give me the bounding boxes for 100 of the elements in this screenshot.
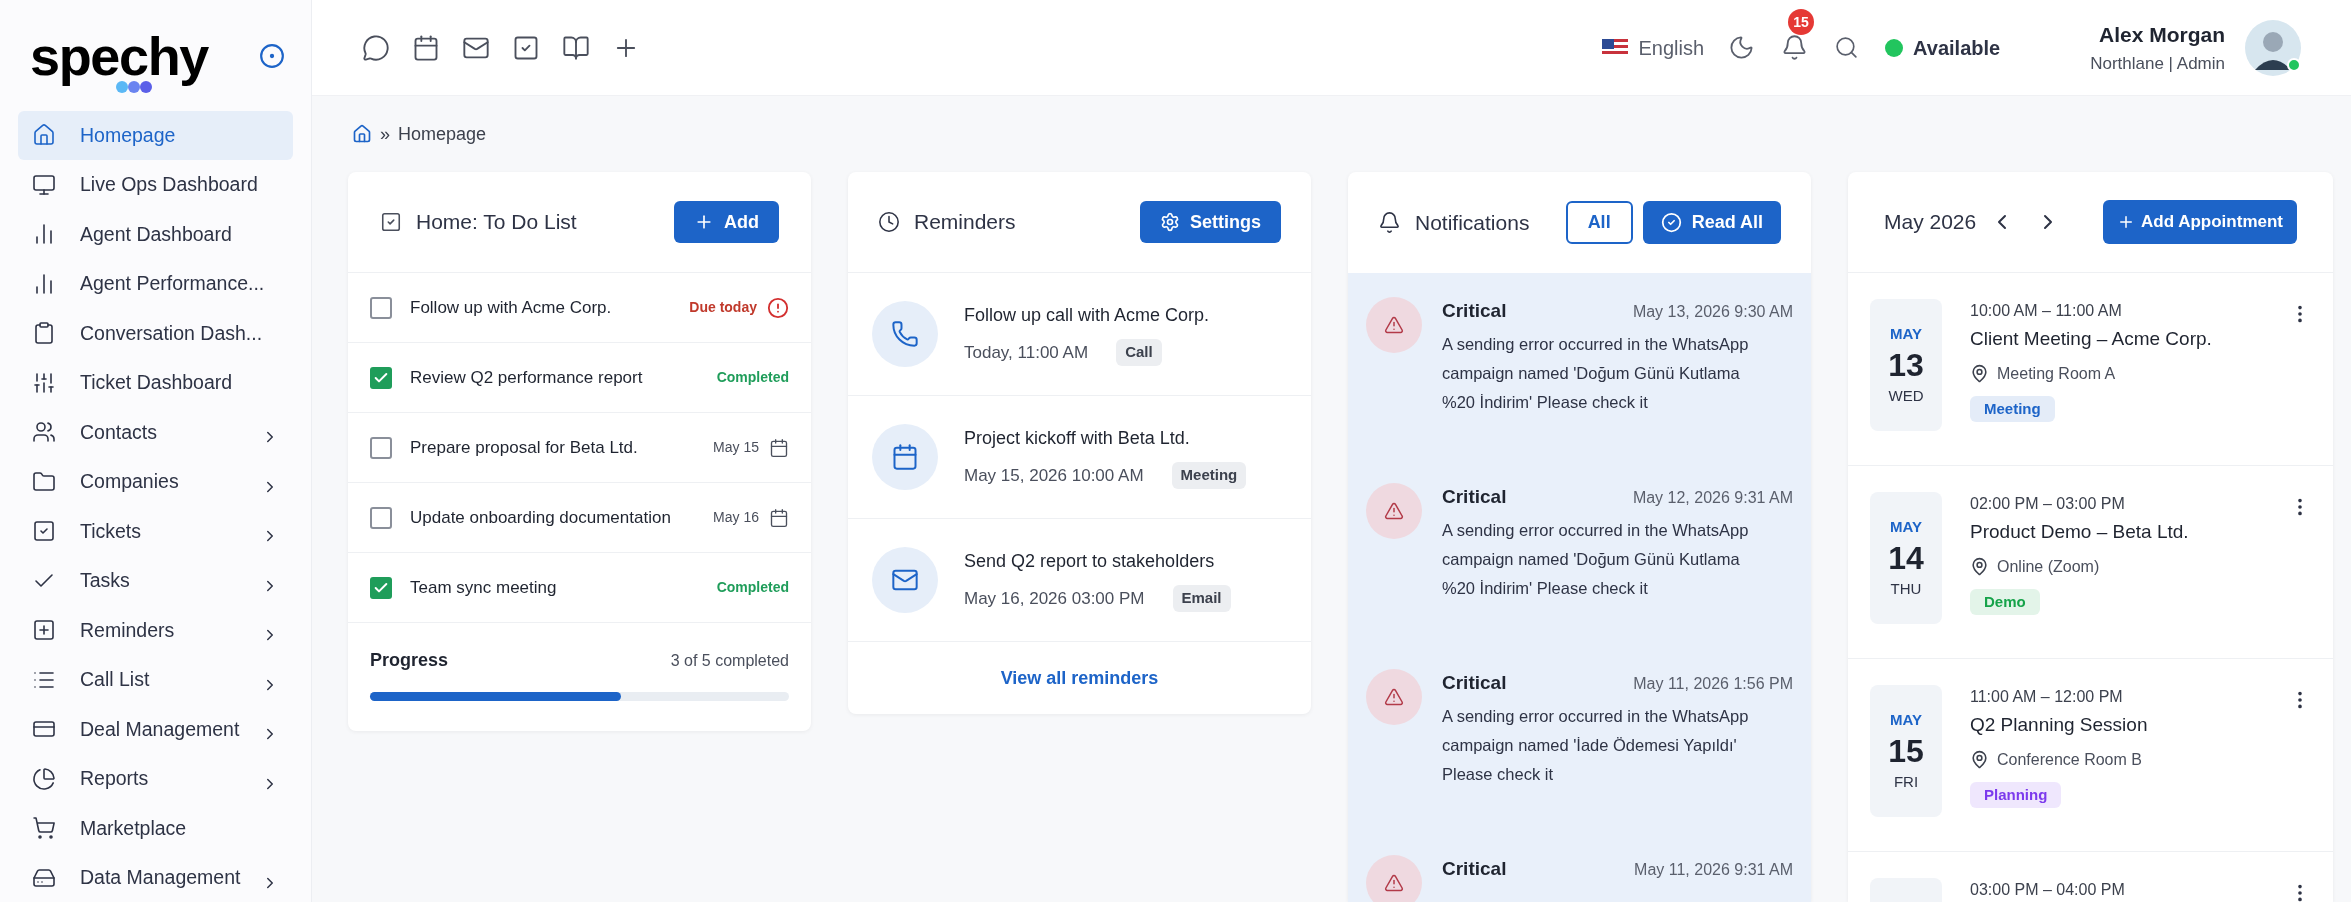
date-weekday: FRI: [1893, 772, 1919, 792]
sidebar-label: Agent Dashboard: [80, 221, 232, 247]
reminder-time: Today, 11:00 AM: [964, 341, 1089, 364]
date-month: MAY: [1890, 516, 1922, 537]
task-checkbox[interactable]: [370, 576, 392, 599]
sidebar-item[interactable]: Reports: [18, 754, 293, 803]
target-icon[interactable]: [259, 42, 285, 69]
home-icon: [32, 123, 56, 148]
sidebar-item[interactable]: Ticket Dashboard: [18, 358, 293, 407]
card-title: Reminders: [914, 209, 1016, 236]
completed-label: Completed: [716, 578, 789, 597]
cart-icon: [32, 816, 56, 841]
sidebar-item[interactable]: Data Management: [18, 853, 293, 902]
sidebar-item[interactable]: Reminders: [18, 606, 293, 655]
breadcrumb-separator: »: [380, 122, 390, 146]
filter-button[interactable]: All: [1565, 201, 1633, 244]
read-all-button[interactable]: Read All: [1642, 201, 1781, 244]
chat-icon[interactable]: [362, 33, 390, 62]
progress-label: Progress: [370, 649, 449, 672]
status-label[interactable]: Available: [1913, 32, 2001, 63]
appointment-time: 03:00 PM – 04:00 PM: [1970, 880, 2125, 900]
sidebar-label: Contacts: [80, 419, 157, 445]
sidebar-item[interactable]: Call List: [18, 655, 293, 704]
calendar-icon[interactable]: [412, 33, 440, 62]
plus-square-icon: [32, 618, 56, 643]
user-org: Northlane | Admin: [2090, 52, 2225, 75]
reminder-title: Follow up call with Acme Corp.: [964, 304, 1210, 328]
sidebar-label: Reports: [80, 766, 149, 792]
sidebar-item[interactable]: Deal Management: [18, 705, 293, 754]
notification-message: A sending error occurred in the WhatsApp campaign named 'Doğum Günü Kutlama %20 İndirim' Please check it: [1442, 333, 1750, 413]
location-pin-icon: [1970, 750, 1989, 769]
progress-reading: 3 of 5 completed: [670, 650, 789, 671]
reminder-title: Project kickoff with Beta Ltd.: [964, 427, 1191, 451]
view-all-link[interactable]: View all reminders: [1000, 664, 1159, 692]
task-label: Update onboarding documentation: [410, 506, 671, 529]
notification-message: A sending error occurred in the WhatsApp campaign named 'İade Ödemesi Yapıldı' Please check it: [1442, 705, 1750, 785]
sidebar-label: Tasks: [80, 568, 130, 594]
appointment-tag: Planning: [1970, 781, 2062, 808]
notification-badge: 15: [1788, 9, 1815, 36]
task-checkbox[interactable]: [370, 296, 392, 319]
notification-time: May 11, 2026 1:56 PM: [1633, 674, 1793, 694]
notification-message: A sending error occurred in the WhatsApp campaign named 'Doğum Günü Kutlama %20 İndirim' Please check it: [1442, 519, 1750, 599]
users-icon: [32, 420, 56, 445]
avatar-silhouette[interactable]: [2245, 19, 2301, 76]
sidebar-item[interactable]: Marketplace: [18, 804, 293, 853]
date-weekday: WED: [1888, 386, 1924, 406]
appointment-tag: Demo: [1970, 588, 2040, 615]
notification-level: Critical: [1442, 299, 1507, 323]
sidebar-item[interactable]: Agent Dashboard: [18, 210, 293, 259]
warning-badge: [1366, 669, 1422, 725]
sidebar-item[interactable]: Live Ops Dashboard: [18, 160, 293, 209]
reminder-title: Send Q2 report to stakeholders: [964, 550, 1216, 574]
notification-time: May 11, 2026 9:31 AM: [1634, 860, 1793, 880]
task-checkbox[interactable]: [370, 506, 392, 529]
sidebar-item[interactable]: Tickets: [18, 507, 293, 556]
task-checkbox[interactable]: [370, 436, 392, 459]
warning-badge: [1366, 855, 1422, 902]
sidebar-item[interactable]: Conversation Dash...: [18, 309, 293, 358]
sidebar-label: Homepage: [80, 122, 176, 148]
flag-icon[interactable]: [1602, 38, 1629, 57]
clock-icon: [878, 211, 900, 233]
appointment-title: Client Meeting – Acme Corp.: [1970, 327, 2213, 351]
appointment-location: Meeting Room A: [1997, 363, 2116, 384]
sidebar-label: Companies: [80, 469, 179, 495]
card-title: Home: To Do List: [416, 209, 577, 236]
sliders-icon: [32, 370, 56, 395]
settings-button[interactable]: Settings: [1140, 201, 1281, 243]
due-label: Due today: [689, 298, 757, 317]
add-button[interactable]: Add: [674, 201, 779, 243]
notification-time: May 12, 2026 9:31 AM: [1632, 488, 1793, 508]
check-circle-icon: [1660, 212, 1682, 233]
add-appointment-button[interactable]: Add Appointment: [2103, 200, 2297, 244]
task-checkbox[interactable]: [370, 366, 392, 389]
card-title: Notifications: [1415, 209, 1530, 236]
sidebar-label: Ticket Dashboard: [80, 370, 233, 396]
sidebar-label: Reminders: [80, 617, 175, 643]
appointment-location: Online (Zoom): [1997, 556, 2100, 577]
notification-level: Critical: [1442, 857, 1507, 881]
sidebar-item[interactable]: Tasks: [18, 556, 293, 605]
clipboard-icon: [32, 321, 56, 346]
checkbox-icon: [32, 519, 56, 544]
reminder-time: May 15, 2026 10:00 AM: [964, 464, 1144, 487]
sidebar-item[interactable]: Contacts: [18, 408, 293, 457]
task-label: Prepare proposal for Beta Ltd.: [410, 436, 638, 459]
reminder-time: May 16, 2026 03:00 PM: [964, 587, 1145, 610]
search-icon[interactable]: [1834, 35, 1860, 61]
home-icon[interactable]: [352, 124, 372, 145]
language-selector[interactable]: English: [1638, 32, 1705, 63]
reminder-tag: Call: [1116, 339, 1162, 366]
sidebar-item[interactable]: Companies: [18, 457, 293, 506]
checkbox-icon: [380, 211, 402, 233]
bell-icon: [1378, 211, 1401, 234]
date-day: 13: [1888, 345, 1924, 385]
sidebar-item[interactable]: Homepage: [18, 111, 293, 160]
sidebar-item[interactable]: Agent Performance...: [18, 259, 293, 308]
appointment-location: Conference Room B: [1997, 749, 2142, 770]
completed-label: Completed: [716, 368, 789, 387]
date-month: MAY: [1890, 709, 1922, 730]
sidebar-label: Data Management: [80, 865, 241, 891]
date-weekday: THU: [1890, 579, 1922, 599]
